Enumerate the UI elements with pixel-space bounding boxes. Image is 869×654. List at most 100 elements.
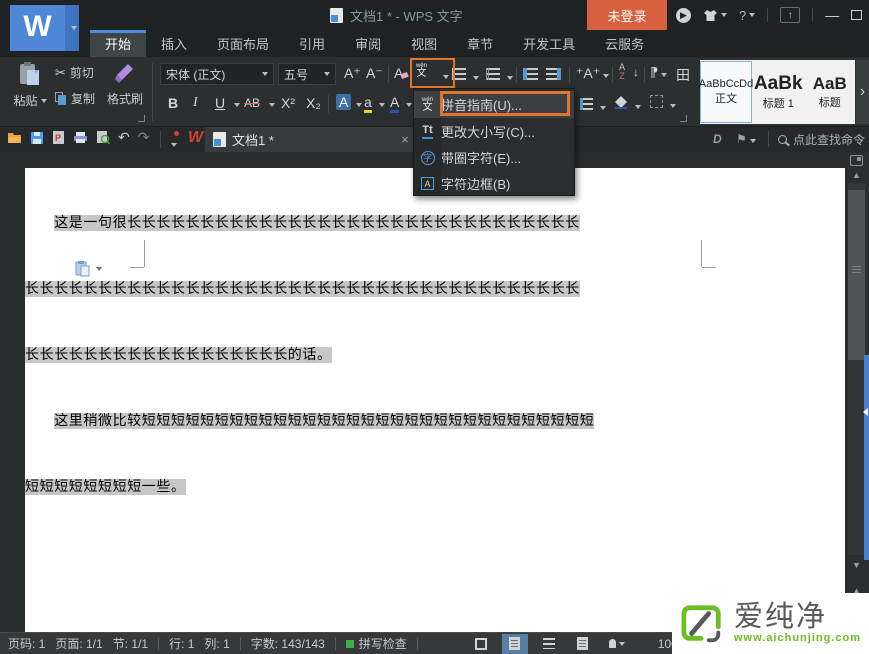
minimize-button[interactable]: — <box>825 7 839 23</box>
spellcheck-status[interactable]: 拼写检查 <box>346 635 407 652</box>
maximize-button[interactable] <box>851 10 862 20</box>
style-heading1[interactable]: AaBk 标题 1 <box>753 61 804 123</box>
tab-home[interactable]: 开始 <box>90 30 146 57</box>
underline-dropdown-caret[interactable] <box>234 103 240 107</box>
tab-view[interactable]: 视图 <box>396 30 452 57</box>
task-pane-handle[interactable] <box>864 355 869 560</box>
redo-icon[interactable]: ↷ <box>138 129 150 146</box>
strikethrough-button[interactable]: AB <box>244 96 260 110</box>
numbered-list-button[interactable] <box>486 67 513 85</box>
bullet-list-button[interactable] <box>452 67 479 85</box>
fullscreen-view-button[interactable] <box>468 634 494 654</box>
chevron-down-icon <box>507 76 513 80</box>
tab-section[interactable]: 章节 <box>452 30 508 57</box>
tab-cloud[interactable]: 云服务 <box>590 30 659 57</box>
export-pdf-icon[interactable]: P <box>52 130 65 145</box>
paste-button[interactable]: 粘贴 <box>10 61 50 109</box>
print-icon[interactable] <box>73 131 88 144</box>
menu-item-change-case[interactable]: Tt 更改大小写(C)... <box>414 118 574 145</box>
chevron-down-icon <box>171 143 177 147</box>
scrollbar-thumb[interactable] <box>848 190 865 360</box>
save-icon[interactable] <box>30 131 44 145</box>
strikethrough-dropdown-caret[interactable] <box>269 103 275 107</box>
style-preview: AaBk <box>754 73 803 95</box>
eye-protect-button[interactable] <box>604 634 630 654</box>
style-heading2[interactable]: AaB 标题 <box>805 61 856 123</box>
shading-button[interactable] <box>614 95 641 114</box>
font-color-dropdown-caret[interactable] <box>356 103 362 107</box>
print-preview-icon[interactable] <box>96 130 110 145</box>
char-shading-button[interactable]: A <box>390 94 399 113</box>
status-word-count[interactable]: 字数: 143/143 <box>251 635 325 652</box>
char-shading-dropdown-caret[interactable] <box>406 103 412 107</box>
copy-button[interactable]: 复制 <box>55 90 95 107</box>
clear-format-button[interactable]: A <box>394 65 408 81</box>
bold-button[interactable]: B <box>168 95 178 111</box>
font-name-select[interactable]: 宋体 (正文) <box>160 63 274 85</box>
font-color-button[interactable]: A <box>336 94 351 110</box>
paste-options-button[interactable] <box>75 260 102 277</box>
clipboard-dialog-launcher[interactable] <box>138 115 145 122</box>
borders-button[interactable] <box>650 95 676 113</box>
menu-item-character-border[interactable]: A 字符边框(B) <box>414 170 574 197</box>
document-text[interactable]: 这是一句很长长长长长长长长长长长长长长长长长长长长长长长长长长长长长长长 长长长… <box>25 168 587 542</box>
increase-indent-button[interactable] <box>546 67 561 85</box>
paragraph-dialog-launcher[interactable] <box>680 115 687 122</box>
open-icon[interactable] <box>7 131 22 144</box>
shrink-font-button[interactable]: A⁻ <box>366 65 383 82</box>
line-spacing-button[interactable] <box>580 97 606 115</box>
help-button[interactable]: ? <box>739 8 755 23</box>
text-tool-button[interactable]: ⁺A⁺ <box>576 65 609 82</box>
find-command-box[interactable]: 点此查找命令 <box>778 131 865 148</box>
superscript-button[interactable]: X² <box>281 95 295 111</box>
ink-tool-icon[interactable]: D <box>713 132 722 146</box>
decrease-indent-button[interactable] <box>523 67 538 85</box>
feedback-icon[interactable]: ▶ <box>676 8 691 23</box>
font-size-select[interactable]: 五号 <box>278 63 336 85</box>
scroll-up-button[interactable]: ▲ <box>848 170 865 180</box>
undo-icon[interactable]: ↶ <box>118 129 130 146</box>
wps-logo[interactable]: W <box>10 5 65 51</box>
show-marks-button[interactable]: ⁋ <box>650 65 667 81</box>
text-line[interactable]: 这里稍微比较短短短短短短短短短短短短短短短短短短短短短短短短短短短短短短短 <box>25 410 587 432</box>
skin-icon[interactable] <box>703 9 727 22</box>
collapse-ribbon-button[interactable]: ↑ <box>780 7 800 23</box>
menu-item-enclosed-character[interactable]: 字 带圈字符(E)... <box>414 144 574 171</box>
tab-page-layout[interactable]: 页面布局 <box>202 30 284 57</box>
style-normal[interactable]: AaBbCcDd 正文 <box>700 61 752 123</box>
document-page[interactable]: 这是一句很长长长长长长长长长长长长长长长长长长长长长长长长长长长长长长长 长长长… <box>25 168 845 632</box>
wps-logo-dropdown[interactable] <box>65 5 79 51</box>
text-line[interactable]: 这是一句很长长长长长长长长长长长长长长长长长长长长长长长长长长长长长长长 <box>25 212 587 234</box>
login-button[interactable]: 未登录 <box>587 0 667 30</box>
subscript-button[interactable]: X₂ <box>306 95 321 111</box>
format-painter-button[interactable]: 格式刷 <box>103 61 147 107</box>
italic-button[interactable]: I <box>193 95 198 111</box>
flag-icon[interactable]: ⚑ <box>736 132 756 146</box>
cut-button[interactable]: ✂ 剪切 <box>55 64 94 81</box>
outline-view-button[interactable] <box>536 634 562 654</box>
text-line[interactable]: 长长长长长长长长长长长长长长长长长长长长长长长长长长长长长长长长长长长长长长 <box>25 278 587 300</box>
underline-button[interactable]: U <box>215 95 225 111</box>
document-tab[interactable]: 文档1 * <box>205 127 418 152</box>
borders-icon <box>650 95 663 108</box>
side-panel-icon[interactable] <box>850 155 863 166</box>
customize-quickbar-button[interactable] <box>168 134 177 152</box>
sort-button[interactable]: A Z <box>619 63 625 81</box>
text-line[interactable]: 长长长长长长长长长长长长长长长长长长的话。 <box>25 344 587 366</box>
tab-references[interactable]: 引用 <box>284 30 340 57</box>
tab-dev-tools[interactable]: 开发工具 <box>508 30 590 57</box>
scroll-down-button[interactable]: ▼ <box>848 560 865 570</box>
text-line[interactable]: 短短短短短短短短一些。 <box>25 476 587 498</box>
highlight-dropdown-caret[interactable] <box>379 103 385 107</box>
tab-review[interactable]: 审阅 <box>340 30 396 57</box>
status-page-number: 页码: 1 <box>8 635 45 652</box>
table-grid-button[interactable]: 田 <box>676 65 690 85</box>
tab-insert[interactable]: 插入 <box>146 30 202 57</box>
separator <box>516 67 517 83</box>
web-view-button[interactable] <box>570 634 596 654</box>
gallery-more-button[interactable]: › <box>856 60 869 124</box>
grow-font-button[interactable]: A⁺ <box>344 65 361 82</box>
document-tab-close[interactable]: × <box>396 130 414 148</box>
highlight-color-button[interactable]: a <box>364 94 372 113</box>
page-view-button[interactable] <box>502 634 528 654</box>
